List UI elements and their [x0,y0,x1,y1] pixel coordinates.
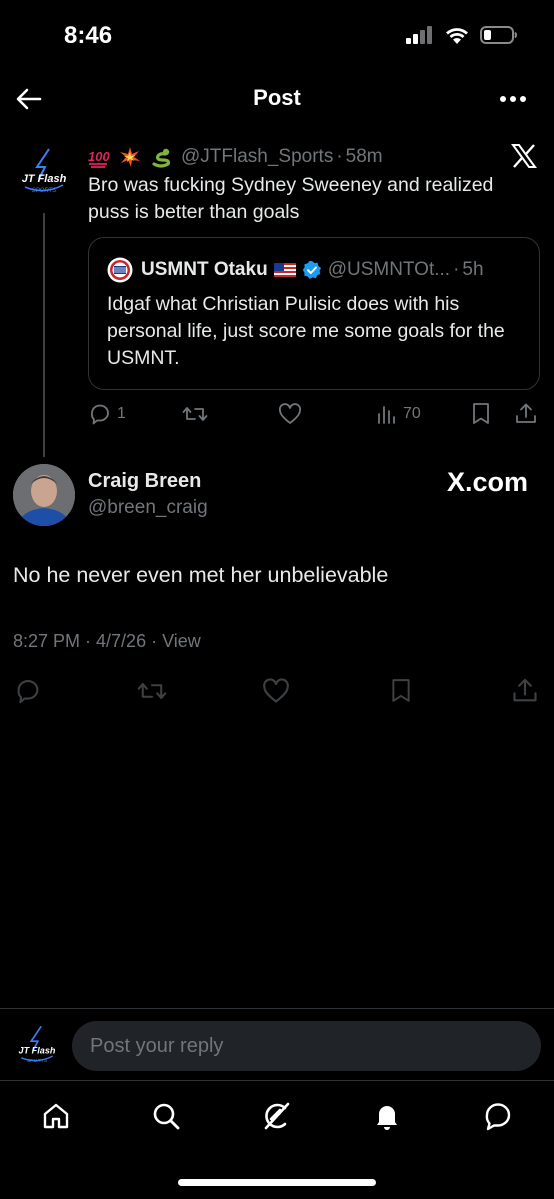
reply-button[interactable]: 1 [88,400,126,428]
jtflash-logo-icon: JT Flash SPORTS [22,148,67,194]
svg-text:100: 100 [88,149,110,164]
top-nav-bar: Post [0,72,554,124]
like-button[interactable] [278,400,302,428]
quoted-post-handle: @USMNTOt... [327,259,451,280]
x-com-watermark: X.com [446,467,528,497]
quoted-post-header: USMNT Otaku @USMNTOt... · 5h [107,257,484,283]
main-post-actions [0,676,554,708]
reply-bar-divider [0,1008,554,1009]
thread-connector-line [43,213,45,457]
status-time: 8:46 [64,22,113,49]
reply-composer-avatar[interactable]: JT Flash SPORTS [13,1023,61,1071]
repost-icon [137,683,167,699]
quoted-post-name: USMNT Otaku [141,259,268,280]
main-share-button[interactable] [510,676,540,706]
main-post-text: No he never even met her unbelievable [13,563,389,587]
tab-home[interactable] [38,1098,74,1134]
post-detail-screen: 8:46 Post JT Flash SPORTS 100 @JTFlash_S… [0,0,554,1199]
repost-button[interactable] [182,400,208,428]
profile-photo [13,464,75,526]
verified-badge-icon [302,260,321,279]
quoted-post-card[interactable]: USMNT Otaku @USMNTOt... · 5h Idgaf what … [88,237,540,390]
parent-post-time: 58m [345,146,383,167]
heart-icon [263,678,289,703]
usmnt-otaku-avatar[interactable] [107,257,133,283]
share-icon [513,678,537,702]
handle-time-separator: · [336,146,343,167]
home-indicator[interactable] [178,1179,376,1186]
views-chart-icon [378,406,395,424]
reply-bubble-icon [17,680,39,704]
views-count: 70 [403,405,421,422]
parent-post-text: Bro was fucking Sydney Sweeney and reali… [88,174,494,223]
cellular-signal-icon [406,26,432,44]
status-bar: 8:46 [0,0,554,70]
parent-post-handle[interactable]: @JTFlash_Sports [181,146,333,168]
hundred-points-icon: 100 [88,149,110,168]
quoted-post-text: Idgaf what Christian Pulisic does with h… [107,293,505,369]
quoted-post-time: 5h [462,259,484,280]
svg-text:JT Flash: JT Flash [19,1046,56,1056]
bookmark-button[interactable] [470,400,492,428]
battery-icon [480,26,517,44]
collision-icon [120,147,140,167]
svg-text:JT Flash: JT Flash [22,173,67,185]
message-bubble-icon [485,1103,511,1131]
views-button[interactable]: 70 [376,400,421,428]
snake-icon [152,148,171,168]
status-icons [406,25,518,45]
reply-count: 1 [117,405,126,422]
main-post-name[interactable]: Craig Breen [88,470,201,493]
quoted-post-separator: · [453,259,460,280]
parent-post-avatar[interactable]: JT Flash SPORTS [15,145,73,203]
share-button[interactable] [514,400,538,428]
us-flag-icon [273,263,296,277]
grok-icon [264,1102,290,1130]
main-post-meta[interactable]: 8:27 PM · 4/7/26 · View [13,631,201,652]
tab-search[interactable] [148,1098,184,1134]
main-bookmark-button[interactable] [386,676,416,706]
parent-post-header: 100 @JTFlash_Sports · 58m [88,143,383,171]
more-dots-icon [500,96,526,102]
tab-messages[interactable] [480,1098,516,1134]
bookmark-icon [473,403,489,424]
bottom-tab-bar [0,1081,554,1151]
main-reply-button[interactable] [13,676,43,706]
bell-icon [377,1106,397,1130]
wifi-icon [446,28,468,44]
parent-post-actions: 1 70 [88,400,540,430]
more-options-button[interactable] [496,84,530,114]
reply-input[interactable] [72,1021,541,1071]
x-logo-icon [511,144,537,168]
main-like-button[interactable] [261,676,291,706]
tab-notifications[interactable] [369,1098,405,1134]
reply-bubble-icon [91,404,109,425]
home-icon [43,1103,69,1129]
jtflash-logo-icon: JT Flash SPORTS [19,1025,56,1064]
main-repost-button[interactable] [137,676,167,706]
bookmark-icon [392,679,410,702]
heart-icon [278,403,302,424]
tab-grok[interactable] [259,1098,295,1134]
search-icon [153,1103,180,1130]
page-title: Post [253,85,301,110]
main-post-avatar[interactable] [13,464,75,526]
repost-icon [182,407,208,421]
main-post-handle[interactable]: @breen_craig [88,497,208,519]
share-icon [516,403,536,423]
